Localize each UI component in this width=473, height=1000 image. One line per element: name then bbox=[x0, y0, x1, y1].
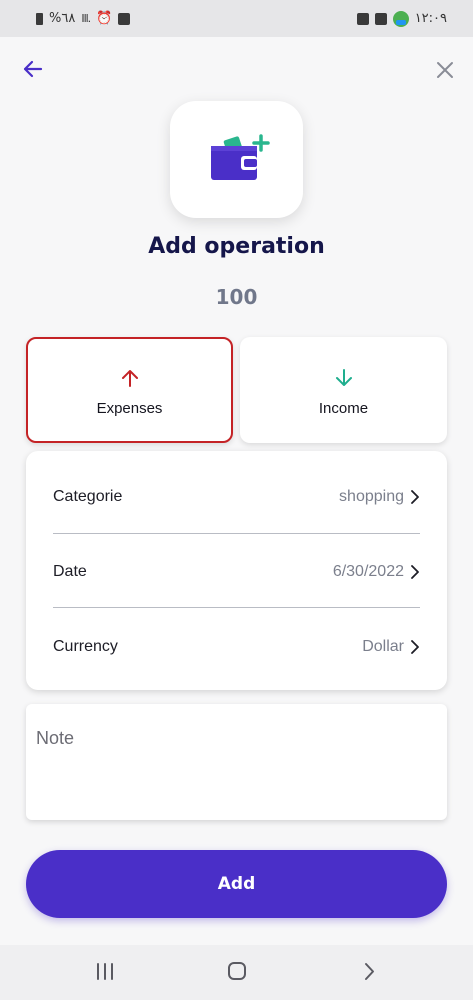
battery-icon bbox=[36, 12, 43, 25]
image-notification-icon bbox=[374, 12, 387, 25]
app-notification-icon bbox=[392, 10, 409, 27]
category-row[interactable]: Categorie shopping bbox=[53, 460, 420, 534]
clock: ١٢:٠٩ bbox=[414, 11, 447, 26]
details-card: Categorie shopping Date 6/30/2022 Curren… bbox=[26, 451, 447, 690]
page-title: Add operation bbox=[148, 234, 325, 259]
currency-label: Currency bbox=[53, 638, 118, 655]
status-bar: %٦٨ Ill. ⏰ ١٢:٠٩ bbox=[0, 0, 473, 37]
close-button[interactable] bbox=[432, 57, 458, 83]
wallet-add-icon bbox=[210, 133, 270, 180]
status-left: %٦٨ Ill. ⏰ bbox=[36, 11, 131, 26]
recent-apps-button[interactable] bbox=[93, 961, 117, 983]
row-divider bbox=[53, 533, 420, 534]
arrow-up-icon bbox=[121, 369, 138, 387]
add-button[interactable]: Add bbox=[26, 850, 447, 918]
category-value: shopping bbox=[339, 488, 404, 505]
arrow-down-icon bbox=[335, 368, 352, 386]
income-toggle[interactable]: Income bbox=[240, 337, 447, 443]
chevron-right-icon bbox=[411, 490, 419, 504]
system-nav-bar bbox=[0, 945, 473, 1000]
back-nav-button[interactable] bbox=[358, 961, 382, 983]
battery-level: %٦٨ bbox=[49, 11, 76, 26]
amount-value[interactable]: 100 bbox=[0, 285, 473, 309]
chevron-right-icon bbox=[411, 565, 419, 579]
note-input[interactable] bbox=[26, 704, 447, 820]
home-icon bbox=[228, 962, 246, 980]
expenses-label: Expenses bbox=[96, 399, 163, 417]
note-card bbox=[26, 704, 447, 820]
date-row[interactable]: Date 6/30/2022 bbox=[53, 535, 420, 609]
notification-icon bbox=[118, 12, 131, 25]
category-label: Categorie bbox=[53, 488, 123, 505]
back-button[interactable] bbox=[20, 56, 46, 82]
status-right: ١٢:٠٩ bbox=[356, 10, 447, 27]
row-divider bbox=[53, 607, 420, 608]
home-button[interactable] bbox=[225, 961, 249, 983]
close-icon bbox=[437, 62, 453, 78]
wallet-logo-tile bbox=[170, 101, 303, 218]
chevron-right-icon bbox=[365, 963, 374, 980]
date-label: Date bbox=[53, 563, 87, 580]
chevron-right-icon bbox=[411, 640, 419, 654]
currency-row[interactable]: Currency Dollar bbox=[53, 610, 420, 684]
signal-icon: Ill. bbox=[81, 12, 91, 25]
income-label: Income bbox=[318, 399, 369, 417]
currency-value: Dollar bbox=[362, 638, 404, 655]
arrow-left-icon bbox=[23, 60, 43, 78]
alarm-icon: ⏰ bbox=[96, 11, 113, 26]
expenses-toggle[interactable]: Expenses bbox=[26, 337, 233, 443]
date-value: 6/30/2022 bbox=[332, 563, 404, 580]
recent-apps-icon bbox=[97, 963, 113, 980]
checkbox-notification-icon bbox=[356, 12, 369, 25]
